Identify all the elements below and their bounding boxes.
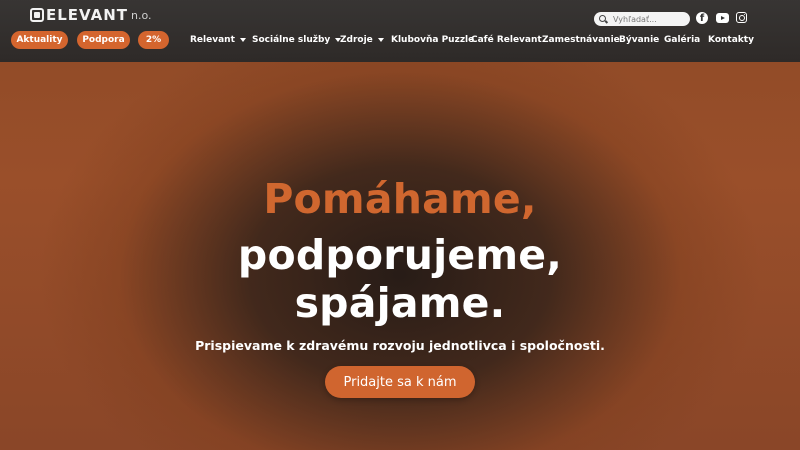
hero-headline-line-2: podporujeme, <box>237 231 563 279</box>
nav-item-socialne-sluzby[interactable]: Sociálne služby <box>252 33 342 47</box>
logo-suffix: n.o. <box>131 8 152 22</box>
join-us-button[interactable]: Pridajte sa k nám <box>325 366 475 398</box>
instagram-icon[interactable] <box>736 12 747 23</box>
nav-item-label: Zdroje <box>340 35 373 45</box>
pill-aktuality[interactable]: Aktuality <box>11 31 68 49</box>
search-box <box>594 12 690 26</box>
pill-podpora[interactable]: Podpora <box>77 31 130 49</box>
site-logo[interactable]: ELEVANT n.o. <box>30 6 152 24</box>
logo-brand: ELEVANT <box>46 6 129 24</box>
nav-item-relevant[interactable]: Relevant <box>190 33 246 47</box>
nav-item-kontakty[interactable]: Kontakty <box>708 33 754 47</box>
nav-item-label: Zamestnávanie <box>542 35 620 45</box>
nav-item-label: Galéria <box>664 35 701 45</box>
top-navigation-bar: ELEVANT n.o. Aktuality Podpora 2% Releva… <box>0 0 800 62</box>
nav-item-cafe-relevant[interactable]: Café Relevant <box>471 33 542 47</box>
chevron-down-icon <box>239 38 246 42</box>
nav-item-label: Klubovňa Puzzle <box>391 35 475 45</box>
nav-item-byvanie[interactable]: Bývanie <box>619 33 659 47</box>
nav-item-zamestnavanie[interactable]: Zamestnávanie <box>542 33 620 47</box>
hero-headline-line-1: Pomáhame, <box>263 175 537 223</box>
facebook-icon[interactable]: f <box>696 12 708 24</box>
hero-subtitle: Prispievame k zdravému rozvoju jednotliv… <box>195 338 605 353</box>
nav-item-label: Bývanie <box>619 35 660 45</box>
chevron-down-icon <box>377 38 384 42</box>
nav-item-label: Kontakty <box>708 35 754 45</box>
search-icon[interactable] <box>599 14 608 24</box>
nav-item-zdroje[interactable]: Zdroje <box>340 33 384 47</box>
nav-item-klubovna-puzzle[interactable]: Klubovňa Puzzle <box>391 33 474 47</box>
nav-item-galeria[interactable]: Galéria <box>664 33 700 47</box>
hero-headline-line-3: spájame. <box>294 279 506 327</box>
nav-item-label: Sociálne služby <box>252 35 331 45</box>
logo-mark-icon <box>30 8 44 22</box>
nav-item-label: Relevant <box>190 35 235 45</box>
pill-2-percent[interactable]: 2% <box>138 31 169 49</box>
nav-item-label: Café Relevant <box>471 35 542 45</box>
search-input[interactable] <box>613 13 683 25</box>
youtube-icon[interactable] <box>716 13 729 23</box>
